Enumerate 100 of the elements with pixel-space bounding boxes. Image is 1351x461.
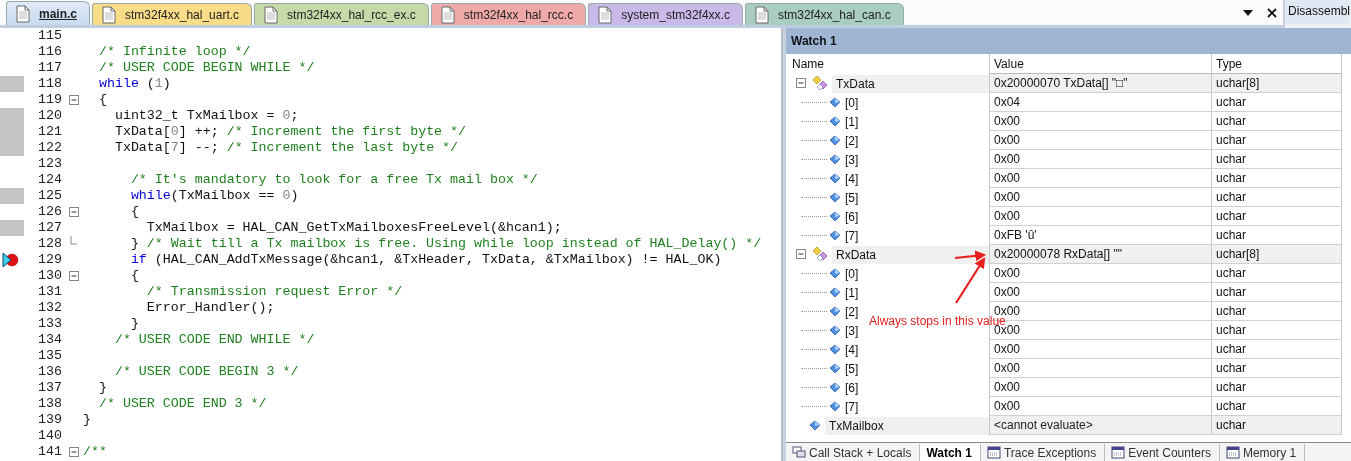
code-line: } [82, 412, 91, 428]
panel-tab[interactable]: Event Counters [1105, 444, 1220, 461]
panel-tab[interactable]: Disassembl [1285, 0, 1350, 24]
value-cell: 0x00 [990, 359, 1212, 378]
type-cell: uchar [1212, 150, 1342, 169]
code-line: { [129, 204, 139, 220]
variable-icon [829, 306, 841, 317]
code-line: while (1) [97, 76, 171, 92]
type-cell: uchar [1212, 207, 1342, 226]
file-icon [263, 5, 280, 24]
panel-tab[interactable]: Call Stack + Locals [786, 444, 921, 461]
variable-icon [829, 344, 841, 355]
code-line: /* USER CODE BEGIN 3 */ [113, 364, 299, 380]
variable-name: [2] [845, 132, 859, 150]
file-tab[interactable]: stm32f4xx_hal_uart.c [92, 3, 253, 25]
value-cell: 0x00 [990, 112, 1212, 131]
type-cell: uchar [1212, 283, 1342, 302]
type-cell: uchar [1212, 378, 1342, 397]
arrow-drawing [953, 249, 989, 305]
variable-name: [7] [845, 227, 859, 245]
variable-name: [3] [845, 322, 859, 340]
variable-icon [829, 325, 841, 336]
tree-line [801, 177, 827, 180]
panel-tab[interactable]: Trace Exceptions [980, 444, 1106, 461]
file-tab[interactable]: stm32f4xx_hal_rcc.c [430, 3, 587, 25]
value-cell: 0x00 [990, 207, 1212, 226]
type-cell: uchar [1212, 93, 1342, 112]
value-cell: 0x00 [990, 188, 1212, 207]
value-cell: 0x00 [990, 340, 1212, 359]
variable-name: [0] [845, 94, 859, 112]
code-line: { [97, 92, 107, 108]
value-cell: 0x00 [990, 131, 1212, 150]
variable-name: [3] [845, 151, 859, 169]
file-tab[interactable]: system_stm32f4xx.c [588, 3, 743, 25]
variable-name: [5] [845, 360, 859, 378]
type-cell: uchar [1212, 188, 1342, 207]
variable-name: [2] [845, 303, 859, 321]
file-tab[interactable]: stm32f4xx_hal_can.c [744, 3, 904, 25]
type-cell: uchar [1212, 416, 1342, 435]
variable-icon [829, 173, 841, 184]
file-tab[interactable]: stm32f4xx_hal_rcc_ex.c [254, 3, 429, 25]
tree-line [801, 405, 827, 408]
type-cell: uchar [1212, 397, 1342, 416]
tree-line [801, 367, 827, 370]
variable-icon [829, 135, 841, 146]
panel-tab[interactable]: Memory 1 [1219, 444, 1306, 461]
code-line: uint32_t TxMailbox = 0; [113, 108, 299, 124]
column-header[interactable]: Type [1212, 54, 1342, 74]
variable-icon [829, 268, 841, 279]
value-cell: 0x20000078 RxData[] "" [990, 245, 1212, 264]
code-line: Error_Handler(); [145, 300, 275, 316]
code-line: while(TxMailbox == 0) [129, 188, 299, 204]
tree-line [801, 120, 827, 123]
variable-name: [4] [845, 170, 859, 188]
value-cell: 0x00 [990, 169, 1212, 188]
tree-line [801, 139, 827, 142]
code-line: /* Infinite loop */ [97, 44, 251, 60]
type-cell: uchar [1212, 169, 1342, 188]
code-line: TxMailbox = HAL_CAN_GetTxMailboxesFreeLevel(&hcan1); [145, 220, 562, 236]
code-line: TxData[0] ++; /* Increment the first byte */ [113, 124, 467, 140]
variable-icon [829, 116, 841, 127]
tree-line [801, 234, 827, 237]
type-cell: uchar[8] [1212, 74, 1342, 93]
tree-line [801, 310, 827, 313]
variable-icon [829, 401, 841, 412]
tree-line [801, 101, 827, 104]
variable-name: [6] [845, 208, 859, 226]
tree-line [801, 291, 827, 294]
variable-icon [829, 211, 841, 222]
tree-line [801, 215, 827, 218]
variable-name: RxData [832, 245, 989, 264]
value-cell: 0x04 [990, 93, 1212, 112]
variable-icon [809, 420, 821, 431]
column-header[interactable]: Name [788, 54, 990, 74]
code-line: /* USER CODE BEGIN WHILE */ [97, 60, 315, 76]
type-cell: uchar [1212, 359, 1342, 378]
type-cell: uchar [1212, 340, 1342, 359]
file-tab[interactable]: main.c [6, 1, 90, 25]
value-cell: 0x00 [990, 283, 1212, 302]
panel-tab[interactable]: Watch 1 [920, 444, 981, 461]
variable-name: [4] [845, 341, 859, 359]
type-cell: uchar [1212, 302, 1342, 321]
variable-icon [829, 97, 841, 108]
tree-line [801, 272, 827, 275]
type-cell: uchar[8] [1212, 245, 1342, 264]
tree-line [801, 158, 827, 161]
file-icon [15, 4, 31, 23]
code-line: } [129, 316, 139, 332]
code-line: } /* Wait till a Tx mailbox is free. Using while loop instead of HAL_Delay() */ [129, 236, 762, 252]
file-icon [753, 5, 770, 24]
code-line: { [129, 268, 139, 284]
code-line: /* It's mandatory to look for a free Tx mail box */ [129, 172, 538, 188]
variable-name: TxMailbox [825, 416, 989, 435]
type-cell: uchar [1212, 226, 1342, 245]
value-cell: 0x00 [990, 150, 1212, 169]
code-line: /** [82, 444, 107, 460]
variable-name: [1] [845, 284, 859, 302]
value-cell: 0x00 [990, 378, 1212, 397]
variable-icon [829, 192, 841, 203]
tree-line [801, 196, 827, 199]
